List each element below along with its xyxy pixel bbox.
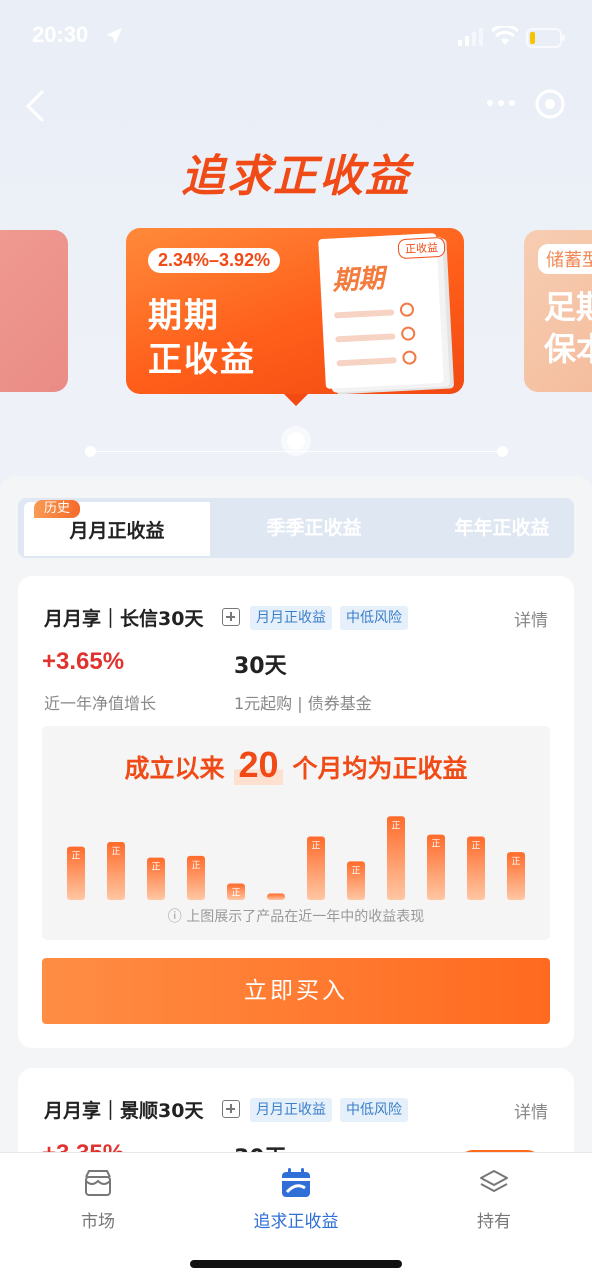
- chart-bar-label: 正: [511, 857, 520, 867]
- next-card-line2: 保本: [544, 330, 592, 368]
- nav-label: 追求正收益: [253, 1212, 339, 1232]
- product-card: 月月享｜长信30天 月月正收益 中低风险 详情 +3.65% 近一年净值增长 3…: [18, 576, 574, 1048]
- store-icon: [85, 1170, 111, 1196]
- check-icon: [402, 350, 417, 365]
- page: 20:30 追求正收益 2.34%–3.92% 期期 正收益 期期 正收益 储蓄…: [0, 0, 592, 1280]
- paper-tag: 正收益: [397, 236, 446, 260]
- add-watch-icon[interactable]: [222, 608, 240, 626]
- wifi-icon: [492, 26, 518, 45]
- tab-monthly[interactable]: 历史 月月正收益: [24, 500, 210, 556]
- chart-bar-label: 正: [351, 866, 360, 876]
- term-value: 30天: [234, 654, 287, 679]
- rate-label: 近一年净值增长: [44, 694, 157, 713]
- product-name[interactable]: 月月享｜景顺30天: [44, 1096, 203, 1123]
- chart-bar-label: 正: [471, 842, 480, 852]
- nav-label: 持有: [477, 1212, 511, 1232]
- more-icon[interactable]: [486, 96, 516, 110]
- tab-yearly[interactable]: 年年正收益: [402, 498, 592, 558]
- chart-head-num: 20: [234, 744, 283, 785]
- return-chart: 成立以来 20 个月均为正收益 正正正正正正正正正正正 ⓘ 上图展示了产品在近一年中…: [42, 726, 550, 940]
- paper-line: [335, 333, 396, 343]
- nav-holdings[interactable]: 持有: [424, 1165, 564, 1232]
- chart-note: ⓘ 上图展示了产品在近一年中的收益表现: [42, 906, 550, 926]
- back-icon[interactable]: [22, 88, 52, 124]
- chart-bar-label: 正: [311, 842, 320, 852]
- detail-link[interactable]: 详情: [514, 1098, 548, 1123]
- nav-market[interactable]: 市场: [28, 1165, 168, 1232]
- carousel-card-main[interactable]: 2.34%–3.92% 期期 正收益 期期 正收益: [126, 228, 464, 406]
- chart-head-pre: 成立以来: [124, 754, 225, 783]
- bar-chart: 正正正 正正正正正正 正正: [67, 816, 525, 900]
- hero-title: 追求正收益: [181, 151, 411, 202]
- chart-bar-label: 正: [231, 888, 240, 898]
- term-label: 1元起购 | 债券基金: [234, 694, 372, 713]
- carousel-card-prev[interactable]: [0, 230, 68, 392]
- rate-range-chip: 2.34%–3.92%: [148, 248, 281, 273]
- rate-value: +3.65%: [42, 648, 125, 675]
- paper-title: 期期: [331, 263, 386, 297]
- history-badge: 历史: [34, 500, 81, 518]
- period-tabs: 历史 月月正收益 季季正收益 年年正收益: [18, 498, 574, 558]
- status-time: 20:30: [32, 22, 89, 47]
- chart-headline: 成立以来 20 个月均为正收益: [42, 744, 550, 786]
- check-icon: [399, 302, 415, 317]
- risk-badge: 中低风险: [340, 1098, 408, 1122]
- layers-icon: [480, 1170, 508, 1192]
- tab-label: 月月正收益: [69, 520, 165, 542]
- next-card-line1: 足期: [544, 288, 592, 326]
- chart-bar: [267, 893, 285, 900]
- chart-note-text: 上图展示了产品在近一年中的收益表现: [186, 909, 425, 925]
- chart-bar-label: 正: [431, 840, 440, 850]
- location-arrow-icon: [106, 28, 122, 44]
- buy-now-button[interactable]: 立即买入: [42, 958, 550, 1024]
- check-icon: [400, 326, 416, 341]
- paper-line: [336, 357, 397, 367]
- carousel-track: [90, 451, 502, 452]
- home-indicator: [190, 1260, 402, 1268]
- next-card-chip: 储蓄型: [538, 244, 592, 274]
- chart-bar-label: 正: [111, 847, 120, 857]
- add-watch-icon[interactable]: [222, 1100, 240, 1118]
- carousel-dot-active[interactable]: [287, 432, 305, 450]
- card-pointer: [284, 394, 308, 406]
- nav-positive-return[interactable]: 追求正收益: [226, 1165, 366, 1232]
- product-name[interactable]: 月月享｜长信30天: [44, 604, 203, 631]
- battery-icon: [526, 28, 565, 48]
- info-icon: ⓘ: [167, 909, 182, 925]
- card-headline-2: 正收益: [148, 340, 256, 380]
- chart-bar-label: 正: [71, 852, 80, 862]
- carousel-card-next[interactable]: 储蓄型 足期 保本: [524, 230, 592, 392]
- next-card-headline: 足期 保本: [544, 286, 592, 370]
- chart-bar-label: 正: [151, 863, 160, 873]
- status-bar: 20:30: [0, 0, 592, 76]
- tag-badge: 月月正收益: [250, 606, 332, 630]
- nav-label: 市场: [81, 1212, 115, 1232]
- tab-quarterly[interactable]: 季季正收益: [214, 498, 414, 558]
- chart-head-post: 个月均为正收益: [292, 754, 468, 783]
- calendar-icon: [282, 1168, 310, 1197]
- carousel-dot[interactable]: [497, 446, 508, 457]
- card-headline-1: 期期: [148, 296, 220, 336]
- detail-link[interactable]: 详情: [514, 606, 548, 631]
- paper-line: [334, 309, 395, 319]
- carousel-dot[interactable]: [85, 446, 96, 457]
- chart-bar-label: 正: [191, 861, 200, 871]
- chart-bar-label: 正: [391, 821, 400, 831]
- content-sheet: 历史 月月正收益 季季正收益 年年正收益 月月享｜长信30天 月月正收益 中低风…: [0, 476, 592, 1188]
- tag-badge: 月月正收益: [250, 1098, 332, 1122]
- signal-icon: [458, 28, 483, 46]
- risk-badge: 中低风险: [340, 606, 408, 630]
- close-miniprogram-icon[interactable]: [534, 88, 566, 120]
